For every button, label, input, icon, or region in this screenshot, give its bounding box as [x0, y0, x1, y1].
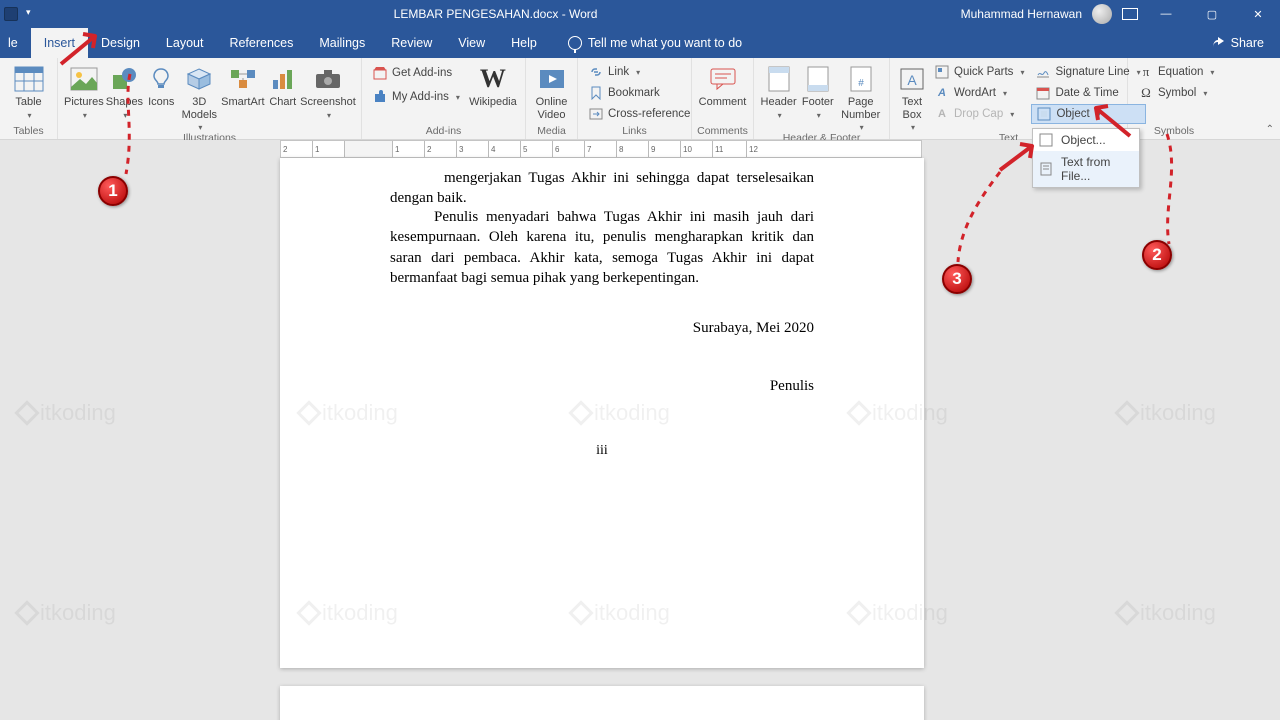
video-icon: [536, 64, 568, 94]
group-tables: Tables: [0, 125, 57, 139]
page-number-button[interactable]: # Page Number▾: [838, 62, 883, 132]
lightbulb-icon: [568, 36, 582, 50]
date-time-icon: [1036, 86, 1050, 100]
avatar[interactable]: [1092, 4, 1112, 24]
annotation-trail-3: [950, 168, 1010, 268]
user-name[interactable]: Muhammad Hernawan: [961, 7, 1082, 21]
tab-review[interactable]: Review: [378, 28, 445, 58]
document-page[interactable]: mengerjakan Tugas Akhir ini sehingga dap…: [280, 158, 924, 668]
comment-button[interactable]: Comment: [698, 62, 747, 109]
online-video-button[interactable]: Online Video: [532, 62, 571, 121]
omega-icon: Ω: [1139, 86, 1153, 100]
annotation-arrow-1: [55, 30, 105, 70]
annotation-marker-2: 2: [1142, 240, 1172, 270]
tab-references[interactable]: References: [216, 28, 306, 58]
wikipedia-icon: W: [477, 64, 509, 94]
bookmark-button[interactable]: Bookmark: [584, 83, 695, 103]
smartart-icon: [227, 64, 259, 94]
header-icon: [763, 64, 795, 94]
link-icon: [589, 65, 603, 79]
annotation-arrow-2: [1090, 100, 1138, 140]
pi-icon: π: [1139, 65, 1153, 79]
footer-button[interactable]: Footer▾: [799, 62, 836, 120]
minimize-button[interactable]: —: [1148, 0, 1184, 28]
screenshot-button[interactable]: Screenshot▾: [301, 62, 355, 120]
share-button[interactable]: Share: [1195, 28, 1280, 58]
tab-file[interactable]: le: [0, 28, 31, 58]
my-addins-button[interactable]: My Add-ins▾: [368, 87, 465, 107]
quick-parts-icon: [935, 65, 949, 79]
close-button[interactable]: ✕: [1240, 0, 1276, 28]
puzzle-icon: [373, 90, 387, 104]
text-box-button[interactable]: A Text Box▾: [896, 62, 928, 132]
paragraph-2: Penulis menyadari bahwa Tugas Akhir ini …: [390, 207, 814, 288]
dropcap-icon: A: [935, 107, 949, 121]
location-date: Surabaya, Mei 2020: [390, 318, 814, 338]
tell-me[interactable]: Tell me what you want to do: [550, 28, 742, 58]
tab-layout[interactable]: Layout: [153, 28, 217, 58]
chart-icon: [267, 64, 299, 94]
group-comments: Comments: [692, 125, 753, 139]
horizontal-ruler[interactable]: 2 1 1 2 3 4 5 6 7 8 9 10 11 12: [280, 140, 922, 158]
footer-icon: [802, 64, 834, 94]
annotation-trail-1: [116, 70, 146, 180]
document-page-2[interactable]: [280, 686, 924, 720]
link-button[interactable]: Link▾: [584, 62, 695, 82]
cube-icon: [183, 64, 215, 94]
tab-mailings[interactable]: Mailings: [306, 28, 378, 58]
3d-models-button[interactable]: 3D Models▾: [180, 62, 220, 132]
svg-text:A: A: [907, 72, 917, 88]
chart-button[interactable]: Chart: [267, 62, 299, 109]
textbox-icon: A: [896, 64, 928, 94]
comment-icon: [707, 64, 739, 94]
collapse-ribbon-icon[interactable]: ⌃: [1266, 124, 1274, 135]
xref-icon: [589, 107, 603, 121]
cross-reference-button[interactable]: Cross-reference: [584, 104, 695, 124]
annotation-marker-3: 3: [942, 264, 972, 294]
annotation-trail-2: [1155, 130, 1185, 250]
equation-button[interactable]: πEquation▾: [1134, 62, 1219, 82]
table-icon: [13, 64, 45, 94]
maximize-button[interactable]: ▢: [1194, 0, 1230, 28]
get-addins-button[interactable]: Get Add-ins: [368, 63, 465, 83]
author: Penulis: [390, 376, 814, 396]
group-links: Links: [578, 125, 691, 139]
smartart-button[interactable]: SmartArt: [221, 62, 264, 109]
tab-view[interactable]: View: [445, 28, 498, 58]
screenshot-icon: [312, 64, 344, 94]
ribbon-display-icon[interactable]: [1122, 8, 1138, 20]
wikipedia-button[interactable]: W Wikipedia: [467, 62, 519, 109]
annotation-marker-1: 1: [98, 176, 128, 206]
share-icon: [1211, 36, 1225, 50]
icons-icon: [145, 64, 177, 94]
page-number-icon: #: [845, 64, 877, 94]
quick-parts-button[interactable]: Quick Parts▾: [930, 62, 1029, 82]
wordart-button[interactable]: AWordArt▾: [930, 83, 1029, 103]
header-button[interactable]: Header▾: [760, 62, 797, 120]
bookmark-icon: [589, 86, 603, 100]
menu-text-from-file[interactable]: Text from File...: [1033, 151, 1139, 187]
object-icon: [1037, 107, 1051, 121]
svg-text:#: #: [858, 78, 864, 89]
signature-icon: [1036, 65, 1050, 79]
wordart-icon: A: [935, 86, 949, 100]
store-icon: [373, 66, 387, 80]
group-addins: Add-ins: [362, 125, 525, 139]
text-file-icon: [1039, 162, 1053, 176]
autosave-icon[interactable]: [4, 7, 18, 21]
page-number-footer: iii: [280, 442, 924, 461]
symbol-button[interactable]: ΩSymbol▾: [1134, 83, 1219, 103]
group-media: Media: [526, 125, 577, 139]
paragraph-1: mengerjakan Tugas Akhir ini sehingga dap…: [390, 168, 814, 209]
tab-help[interactable]: Help: [498, 28, 550, 58]
object-menu-icon: [1039, 133, 1053, 147]
table-button[interactable]: Table ▾: [6, 62, 51, 120]
window-title: LEMBAR PENGESAHAN.docx - Word: [31, 7, 961, 21]
tell-me-text: Tell me what you want to do: [588, 36, 742, 50]
pictures-button[interactable]: Pictures▾: [64, 62, 104, 120]
drop-cap-button[interactable]: ADrop Cap▾: [930, 104, 1029, 124]
icons-button[interactable]: Icons: [145, 62, 177, 109]
